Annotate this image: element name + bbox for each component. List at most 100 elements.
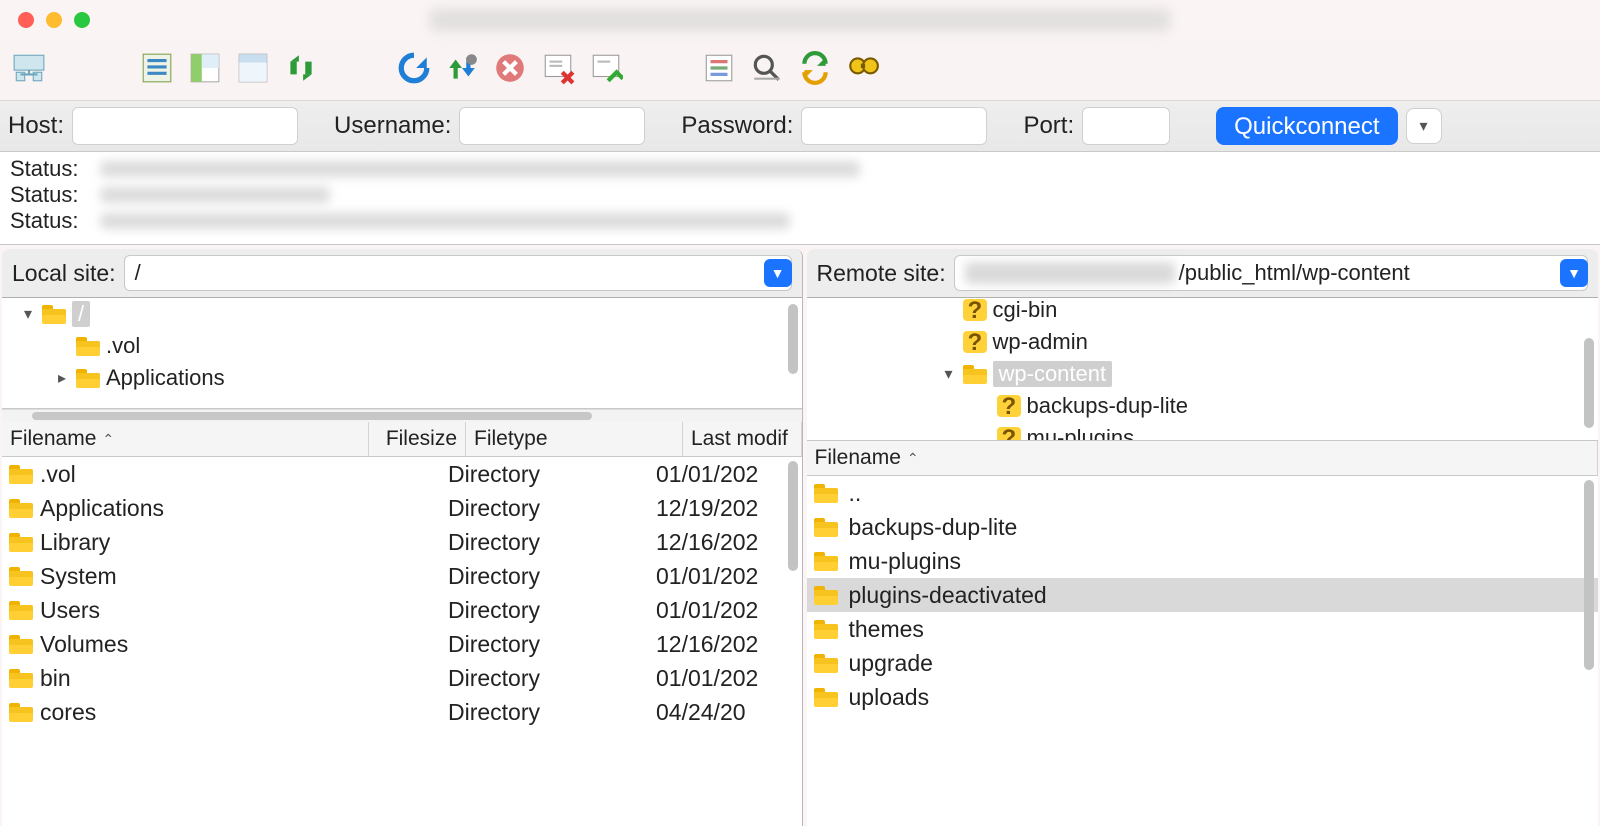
scrollbar-vertical[interactable]	[788, 304, 798, 374]
scrollbar-vertical[interactable]	[788, 461, 798, 571]
remote-directory-tree[interactable]: ?cgi-bin?wp-admin▾wp-content?backups-dup…	[807, 298, 1599, 441]
sync-icon[interactable]	[282, 49, 320, 87]
remote-file-header[interactable]: Filename⌃	[807, 441, 1599, 476]
host-label: Host:	[8, 112, 64, 140]
remote-path-dropdown[interactable]: ▼	[1560, 259, 1588, 287]
folder-icon	[9, 465, 33, 484]
window-title	[430, 9, 1170, 31]
file-row[interactable]: coresDirectory04/24/20	[2, 695, 802, 729]
file-row[interactable]: ApplicationsDirectory12/19/202	[2, 491, 802, 525]
folder-icon	[814, 620, 838, 639]
local-path-dropdown[interactable]: ▼	[764, 259, 792, 287]
file-row[interactable]: themes	[807, 612, 1599, 646]
local-directory-tree[interactable]: ▾/.vol▸Applications	[2, 298, 802, 409]
port-input[interactable]	[1082, 107, 1170, 145]
find-icon[interactable]	[844, 49, 882, 87]
quickconnect-button[interactable]: Quickconnect	[1216, 107, 1397, 145]
window-close-button[interactable]	[18, 12, 34, 28]
cancel-icon[interactable]	[491, 49, 529, 87]
tree-item[interactable]: ▾wp-content	[807, 358, 1599, 390]
header-filetype[interactable]: Filetype	[466, 422, 683, 456]
unknown-folder-icon: ?	[963, 332, 987, 352]
window-zoom-button[interactable]	[74, 12, 90, 28]
file-row[interactable]: backups-dup-lite	[807, 510, 1599, 544]
folder-icon	[42, 305, 66, 324]
local-panel: Local site: / ▼ ▾/.vol▸Applications File…	[2, 249, 803, 826]
process-icon[interactable]	[443, 49, 481, 87]
refresh-icon[interactable]	[395, 49, 433, 87]
compare-icon[interactable]	[796, 49, 834, 87]
scrollbar-horizontal[interactable]	[2, 409, 802, 422]
remote-path-prefix	[965, 262, 1175, 284]
file-row[interactable]: LibraryDirectory12/16/202	[2, 525, 802, 559]
local-path-combo[interactable]: /	[124, 255, 792, 291]
folder-icon	[9, 703, 33, 722]
local-file-list[interactable]: .volDirectory01/01/202ApplicationsDirect…	[2, 457, 802, 826]
site-manager-icon[interactable]	[10, 49, 48, 87]
file-row[interactable]: binDirectory01/01/202	[2, 661, 802, 695]
unknown-folder-icon: ?	[997, 396, 1021, 416]
unknown-folder-icon: ?	[997, 428, 1021, 441]
file-row[interactable]: VolumesDirectory12/16/202	[2, 627, 802, 661]
remote-path-value: /public_html/wp-content	[1179, 260, 1410, 286]
folder-icon	[963, 365, 987, 384]
file-row[interactable]: uploads	[807, 680, 1599, 714]
message-log[interactable]: Status: Status: Status:	[0, 152, 1600, 245]
host-input[interactable]	[72, 107, 298, 145]
log-status-label: Status:	[10, 156, 100, 182]
log-toggle-icon[interactable]	[138, 49, 176, 87]
password-label: Password:	[681, 112, 793, 140]
folder-icon	[814, 552, 838, 571]
remote-site-label: Remote site:	[817, 260, 946, 287]
reconnect-icon[interactable]	[587, 49, 625, 87]
file-row[interactable]: SystemDirectory01/01/202	[2, 559, 802, 593]
folder-icon	[814, 484, 838, 503]
disconnect-icon[interactable]	[539, 49, 577, 87]
disclosure-icon[interactable]: ▾	[20, 304, 36, 324]
tree-item[interactable]: ?wp-admin	[807, 326, 1599, 358]
tree-item[interactable]: ?cgi-bin	[807, 298, 1599, 326]
remote-path-combo[interactable]: /public_html/wp-content	[954, 255, 1588, 291]
local-file-header[interactable]: Filename⌃ Filesize Filetype Last modif	[2, 422, 802, 457]
folder-icon	[9, 567, 33, 586]
sort-asc-icon: ⌃	[907, 450, 919, 467]
remote-file-list[interactable]: ..backups-dup-litemu-pluginsplugins-deac…	[807, 476, 1599, 826]
disclosure-icon[interactable]: ▾	[941, 364, 957, 384]
header-filename[interactable]: Filename⌃	[2, 422, 369, 456]
split-toggle-icon[interactable]	[234, 49, 272, 87]
file-row[interactable]: plugins-deactivated	[807, 578, 1599, 612]
username-label: Username:	[334, 112, 451, 140]
password-input[interactable]	[801, 107, 987, 145]
username-input[interactable]	[459, 107, 645, 145]
scrollbar-vertical[interactable]	[1584, 338, 1594, 428]
log-status-label: Status:	[10, 208, 100, 234]
file-row[interactable]: mu-plugins	[807, 544, 1599, 578]
tree-item[interactable]: ?mu-plugins	[807, 422, 1599, 441]
tree-item[interactable]: ▸Applications	[2, 362, 802, 394]
folder-icon	[76, 337, 100, 356]
file-row[interactable]: upgrade	[807, 646, 1599, 680]
window-titlebar	[0, 0, 1600, 40]
tree-item[interactable]: .vol	[2, 330, 802, 362]
queue-icon[interactable]	[700, 49, 738, 87]
folder-icon	[814, 688, 838, 707]
window-minimize-button[interactable]	[46, 12, 62, 28]
filter-icon[interactable]	[748, 49, 786, 87]
header-filesize[interactable]: Filesize	[369, 422, 466, 456]
file-row[interactable]: .volDirectory01/01/202	[2, 457, 802, 491]
quickconnect-history-dropdown[interactable]: ▾	[1406, 108, 1442, 144]
local-path-value: /	[135, 260, 141, 286]
tree-item[interactable]: ▾/	[2, 298, 802, 330]
tree-item[interactable]: ?backups-dup-lite	[807, 390, 1599, 422]
header-lastmod[interactable]: Last modif	[683, 422, 802, 456]
tree-toggle-icon[interactable]	[186, 49, 224, 87]
log-status-label: Status:	[10, 182, 100, 208]
disclosure-icon[interactable]: ▸	[54, 368, 70, 388]
file-row[interactable]: UsersDirectory01/01/202	[2, 593, 802, 627]
remote-panel: Remote site: /public_html/wp-content ▼ ?…	[807, 249, 1599, 826]
folder-icon	[9, 533, 33, 552]
header-filename[interactable]: Filename⌃	[807, 441, 1599, 475]
port-label: Port:	[1023, 112, 1074, 140]
file-row[interactable]: ..	[807, 476, 1599, 510]
scrollbar-vertical[interactable]	[1584, 480, 1594, 670]
